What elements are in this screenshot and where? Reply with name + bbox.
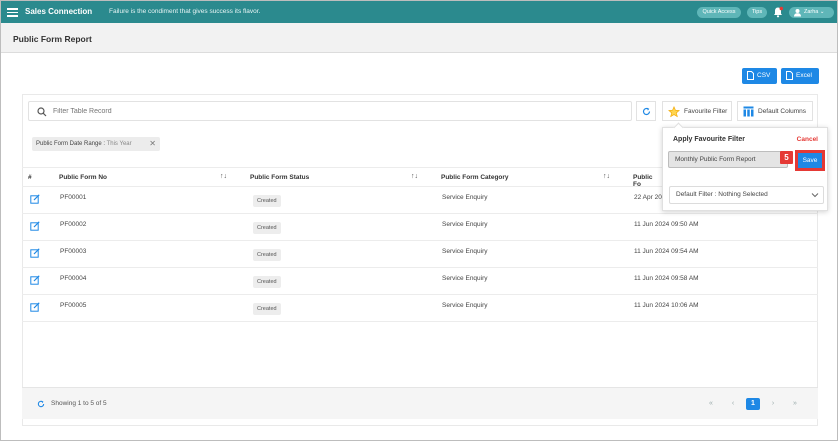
star-icon — [668, 106, 680, 118]
sort-icon[interactable]: ↑↓ — [603, 173, 610, 180]
table-row: PF00003 Created Service Enquiry 11 Jun 2… — [22, 241, 818, 268]
form-no-cell: PF00004 — [60, 275, 87, 282]
status-badge: Created — [253, 195, 281, 207]
quick-access-button[interactable]: Quick Access — [697, 7, 741, 18]
search-bar — [28, 101, 632, 121]
chevron-down-icon: ⌄ — [819, 9, 825, 15]
csv-export-button[interactable]: CSV — [742, 68, 777, 84]
file-icon — [747, 71, 754, 80]
date-cell: 22 Apr 20 — [634, 194, 662, 201]
showing-count: Showing 1 to 5 of 5 — [51, 400, 107, 407]
form-no-cell: PF00003 — [60, 248, 87, 255]
close-icon[interactable]: ✕ — [149, 137, 156, 151]
menu-icon[interactable] — [7, 6, 18, 17]
table-row: PF00002 Created Service Enquiry 11 Jun 2… — [22, 214, 818, 241]
step-number-badge: 5 — [780, 151, 793, 164]
user-menu[interactable]: Zarha ⌄ — [789, 7, 834, 18]
search-icon — [37, 107, 47, 117]
file-icon — [786, 71, 793, 80]
table-row: PF00004 Created Service Enquiry 11 Jun 2… — [22, 268, 818, 295]
bell-icon[interactable] — [772, 6, 784, 18]
sort-icon[interactable]: ↑↓ — [220, 173, 227, 180]
edit-icon[interactable] — [30, 248, 40, 258]
date-cell: 11 Jun 2024 09:58 AM — [634, 275, 699, 282]
category-cell: Service Enquiry — [442, 248, 488, 255]
date-range-filter-chip: Public Form Date Range : This Year ✕ — [32, 137, 160, 151]
default-filter-value: Nothing Selected — [718, 191, 768, 198]
save-button[interactable]: Save — [795, 150, 825, 171]
default-filter-label: Default Filter : — [676, 191, 717, 198]
first-page-button[interactable]: « — [704, 398, 718, 410]
tagline: Failure is the condiment that gives succ… — [109, 8, 261, 15]
status-badge: Created — [253, 276, 281, 288]
filter-name-input[interactable] — [668, 151, 788, 168]
status-badge: Created — [253, 303, 281, 315]
user-name: Zarha — [804, 9, 819, 15]
top-navigation-bar: Sales Connection Failure is the condimen… — [1, 1, 837, 23]
category-cell: Service Enquiry — [442, 194, 488, 201]
brand-name[interactable]: Sales Connection — [25, 7, 92, 16]
sort-icon[interactable]: ↑↓ — [411, 173, 418, 180]
last-page-button[interactable]: » — [788, 398, 802, 410]
category-cell: Service Enquiry — [442, 275, 488, 282]
chip-label: Public Form Date Range : — [36, 141, 107, 147]
refresh-icon — [642, 107, 651, 116]
next-page-button[interactable]: › — [766, 398, 780, 410]
default-columns-button[interactable]: Default Columns — [737, 101, 813, 121]
page-title: Public Form Report — [13, 34, 92, 44]
favourite-filter-button[interactable]: Favourite Filter — [662, 101, 732, 121]
header-created[interactable]: Public Fo — [633, 174, 662, 188]
chevron-down-icon — [811, 193, 819, 198]
default-filter-select[interactable]: Default Filter : Nothing Selected — [669, 186, 824, 204]
header-form-no[interactable]: Public Form No — [59, 174, 107, 181]
date-cell: 11 Jun 2024 09:54 AM — [634, 248, 699, 255]
date-cell: 11 Jun 2024 09:50 AM — [634, 221, 699, 228]
form-no-cell: PF00005 — [60, 302, 87, 309]
status-badge: Created — [253, 222, 281, 234]
page-1-button[interactable]: 1 — [746, 398, 760, 410]
refresh-button[interactable] — [636, 101, 656, 121]
date-cell: 11 Jun 2024 10:06 AM — [634, 302, 699, 309]
table-header: # Public Form No ↑↓ Public Form Status ↑… — [22, 167, 662, 188]
csv-label: CSV — [757, 72, 771, 79]
edit-icon[interactable] — [30, 221, 40, 231]
excel-export-button[interactable]: Excel — [781, 68, 819, 84]
prev-page-button[interactable]: ‹ — [726, 398, 740, 410]
header-hash: # — [28, 174, 32, 181]
table-row: PF00005 Created Service Enquiry 11 Jun 2… — [22, 295, 818, 322]
header-status[interactable]: Public Form Status — [250, 174, 309, 181]
user-icon — [794, 9, 801, 17]
header-category[interactable]: Public Form Category — [441, 174, 509, 181]
default-columns-label: Default Columns — [758, 108, 807, 115]
columns-icon — [743, 106, 754, 117]
edit-icon[interactable] — [30, 302, 40, 312]
chip-value: This Year — [106, 141, 132, 147]
table-footer: Showing 1 to 5 of 5 « ‹ 1 › » — [22, 387, 818, 419]
page-header: Public Form Report — [1, 23, 837, 53]
excel-label: Excel — [796, 72, 812, 79]
form-no-cell: PF00002 — [60, 221, 87, 228]
edit-icon[interactable] — [30, 275, 40, 285]
status-badge: Created — [253, 249, 281, 261]
refresh-icon[interactable] — [37, 400, 45, 408]
cancel-button[interactable]: Cancel — [797, 136, 818, 143]
search-input[interactable] — [53, 105, 613, 118]
popover-title: Apply Favourite Filter — [673, 136, 745, 143]
category-cell: Service Enquiry — [442, 221, 488, 228]
edit-icon[interactable] — [30, 194, 40, 204]
form-no-cell: PF00001 — [60, 194, 87, 201]
favourite-filter-label: Favourite Filter — [684, 108, 728, 115]
category-cell: Service Enquiry — [442, 302, 488, 309]
tips-button[interactable]: Tips — [747, 7, 767, 18]
